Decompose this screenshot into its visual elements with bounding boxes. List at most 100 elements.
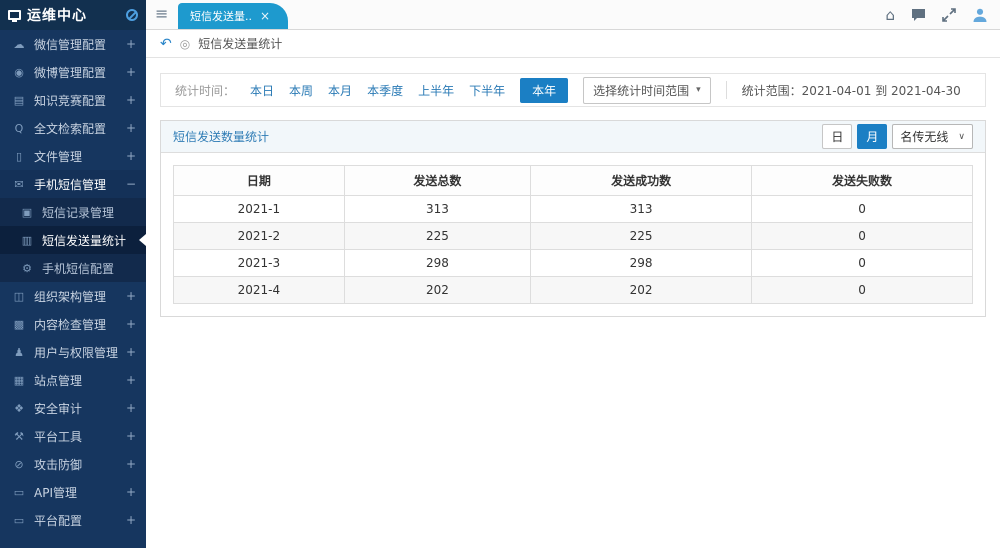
back-icon[interactable]: ↶: [160, 36, 172, 52]
sidebar-collapse-icon[interactable]: [126, 9, 138, 21]
select-caret-icon: ∨: [958, 132, 965, 142]
sidebar-item-platform-config[interactable]: ▭ 平台配置 +: [0, 506, 146, 534]
sidebar-subitem-label: 短信记录管理: [42, 204, 114, 221]
tab-sms-volume[interactable]: 短信发送量.. ×: [178, 3, 288, 29]
sidebar-item-label: API管理: [34, 484, 77, 501]
shield-icon: ❖: [12, 402, 26, 415]
cell-success: 298: [531, 250, 752, 277]
sidebar-subitem-sms-config[interactable]: ⚙ 手机短信配置: [0, 254, 146, 282]
content-check-icon: ▩: [12, 318, 26, 331]
sidebar-menu: ☁ 微信管理配置 + ◉ 微博管理配置 + ▤ 知识竞赛配置 + Q 全文检索配…: [0, 30, 146, 534]
menu-toggle-icon[interactable]: ≡: [155, 6, 168, 22]
sidebar-item-file-management[interactable]: ▯ 文件管理 +: [0, 142, 146, 170]
unit-day-button[interactable]: 日: [822, 124, 852, 149]
plus-icon[interactable]: +: [126, 149, 136, 163]
cell-total: 225: [344, 223, 530, 250]
sidebar-item-label: 内容检查管理: [34, 316, 106, 333]
user-icon: ♟: [12, 346, 26, 359]
table-row: 2021-2 225 225 0: [174, 223, 973, 250]
cell-total: 313: [344, 196, 530, 223]
sidebar-item-attack-defense[interactable]: ⊘ 攻击防御 +: [0, 450, 146, 478]
sidebar-item-security-audit[interactable]: ❖ 安全审计 +: [0, 394, 146, 422]
plus-icon[interactable]: +: [126, 513, 136, 527]
plus-icon[interactable]: +: [126, 401, 136, 415]
user-avatar[interactable]: [972, 7, 988, 23]
plus-icon[interactable]: +: [126, 457, 136, 471]
panel-title: 短信发送数量统计: [173, 128, 269, 145]
org-chart-icon: ◫: [12, 290, 26, 303]
col-header-total-sent: 发送总数: [344, 166, 530, 196]
chat-icon[interactable]: [911, 8, 926, 22]
sidebar-item-label: 组织架构管理: [34, 288, 106, 305]
sidebar-item-label: 文件管理: [34, 148, 82, 165]
col-header-failed: 发送失败数: [752, 166, 973, 196]
sidebar-subitem-sms-volume-stats[interactable]: ▥ 短信发送量统计: [0, 226, 146, 254]
sidebar: 运维中心 ☁ 微信管理配置 + ◉ 微博管理配置 + ▤ 知识竞赛配置 + Q …: [0, 0, 146, 548]
cell-failed: 0: [752, 277, 973, 304]
cell-total: 298: [344, 250, 530, 277]
filter-option-today[interactable]: 本日: [250, 82, 274, 99]
select-range-button[interactable]: 选择统计时间范围 ▾: [583, 77, 711, 104]
home-icon[interactable]: ⌂: [885, 8, 895, 23]
cell-date: 2021-2: [174, 223, 345, 250]
sidebar-item-site-management[interactable]: ▦ 站点管理 +: [0, 366, 146, 394]
sidebar-item-fulltext-search[interactable]: Q 全文检索配置 +: [0, 114, 146, 142]
channel-select-value: 名传无线: [900, 128, 948, 145]
plus-icon[interactable]: +: [126, 289, 136, 303]
sidebar-item-content-check[interactable]: ▩ 内容检查管理 +: [0, 310, 146, 338]
plus-icon[interactable]: +: [126, 317, 136, 331]
panel-header: 短信发送数量统计 日 月 名传无线 ∨: [161, 121, 985, 153]
weibo-icon: ◉: [12, 66, 26, 79]
minus-icon[interactable]: −: [126, 177, 136, 191]
plus-icon[interactable]: +: [126, 37, 136, 51]
filter-option-second-half[interactable]: 下半年: [469, 82, 505, 99]
filter-option-month[interactable]: 本月: [328, 82, 352, 99]
sidebar-subitem-label: 短信发送量统计: [42, 232, 126, 249]
tab-label: 短信发送量..: [190, 8, 252, 24]
sidebar-item-label: 知识竞赛配置: [34, 92, 106, 109]
file-icon: ▯: [12, 150, 26, 163]
plus-icon[interactable]: +: [126, 485, 136, 499]
cell-date: 2021-4: [174, 277, 345, 304]
fullscreen-icon[interactable]: [942, 8, 956, 22]
table-row: 2021-1 313 313 0: [174, 196, 973, 223]
plus-icon[interactable]: +: [126, 429, 136, 443]
cell-total: 202: [344, 277, 530, 304]
sidebar-item-wechat-config[interactable]: ☁ 微信管理配置 +: [0, 30, 146, 58]
table-row: 2021-3 298 298 0: [174, 250, 973, 277]
plus-icon[interactable]: +: [126, 65, 136, 79]
tab-close-icon[interactable]: ×: [260, 9, 270, 23]
sidebar-subitem-sms-records[interactable]: ▣ 短信记录管理: [0, 198, 146, 226]
unit-month-button[interactable]: 月: [857, 124, 887, 149]
bar-chart-icon: ▥: [20, 234, 34, 247]
statistics-range-text: 统计范围：2021-04-01 到 2021-04-30: [742, 82, 961, 99]
sidebar-item-org-structure[interactable]: ◫ 组织架构管理 +: [0, 282, 146, 310]
panel-body: 日期 发送总数 发送成功数 发送失败数 2021-1 313 313 0: [161, 153, 985, 316]
app-title: 运维中心: [27, 5, 87, 25]
filter-label: 统计时间：: [175, 82, 235, 99]
plus-icon[interactable]: +: [126, 121, 136, 135]
topbar: ≡ 短信发送量.. × ⌂: [146, 0, 1000, 30]
search-icon: Q: [12, 122, 26, 135]
filter-option-quarter[interactable]: 本季度: [367, 82, 403, 99]
panel-controls: 日 月 名传无线 ∨: [822, 124, 973, 149]
sidebar-item-api-management[interactable]: ▭ API管理 +: [0, 478, 146, 506]
sidebar-item-users-permissions[interactable]: ♟ 用户与权限管理 +: [0, 338, 146, 366]
sidebar-item-weibo-config[interactable]: ◉ 微博管理配置 +: [0, 58, 146, 86]
content: 统计时间： 本日 本周 本月 本季度 上半年 下半年 本年 选择统计时间范围 ▾…: [146, 58, 1000, 332]
sidebar-item-label: 用户与权限管理: [34, 344, 118, 361]
plus-icon[interactable]: +: [126, 93, 136, 107]
channel-select[interactable]: 名传无线 ∨: [892, 124, 973, 149]
plus-icon[interactable]: +: [126, 373, 136, 387]
filter-option-first-half[interactable]: 上半年: [418, 82, 454, 99]
cell-success: 202: [531, 277, 752, 304]
sidebar-item-platform-tools[interactable]: ⚒ 平台工具 +: [0, 422, 146, 450]
plus-icon[interactable]: +: [126, 345, 136, 359]
sidebar-subitem-label: 手机短信配置: [42, 260, 114, 277]
filter-option-year-active[interactable]: 本年: [520, 78, 568, 103]
bullseye-icon: ◎: [180, 37, 190, 51]
filter-option-week[interactable]: 本周: [289, 82, 313, 99]
tools-icon: ⚒: [12, 430, 26, 443]
sidebar-item-sms-management[interactable]: ✉ 手机短信管理 −: [0, 170, 146, 198]
sidebar-item-quiz-config[interactable]: ▤ 知识竞赛配置 +: [0, 86, 146, 114]
